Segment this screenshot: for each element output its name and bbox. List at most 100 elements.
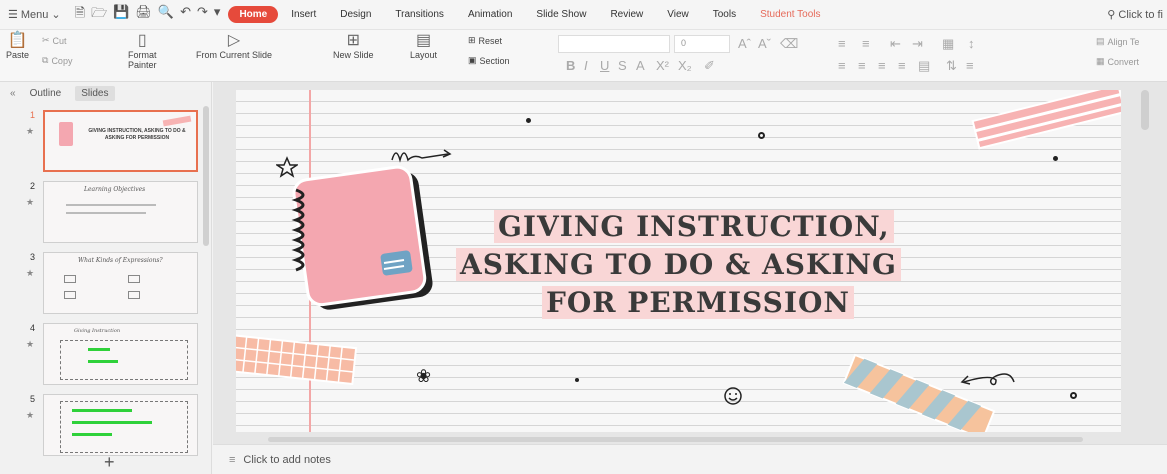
section-button[interactable]: ▣ Section <box>468 55 510 66</box>
washi-tape-bottom-right <box>842 353 996 432</box>
subscript-icon[interactable]: X₂ <box>678 58 692 73</box>
customize-icon[interactable]: ▾ <box>214 4 221 26</box>
font-color-icon[interactable]: A <box>636 58 645 73</box>
dot-doodle <box>575 378 579 382</box>
align-center-icon[interactable]: ≡ <box>858 58 866 73</box>
highlight-icon[interactable]: ✐ <box>704 58 715 74</box>
redo-icon[interactable]: ↷ <box>197 4 208 26</box>
bold-icon[interactable]: B <box>566 58 575 73</box>
open-file-icon[interactable]: 🗁 <box>91 4 107 26</box>
columns-icon[interactable]: ▦ <box>942 36 954 52</box>
slide-number: 3 <box>30 252 36 262</box>
tab-home[interactable]: Home <box>228 6 279 23</box>
slide-thumbnail-row[interactable]: 1 ★ GIVING INSTRUCTION, ASKING TO DO & A… <box>0 110 212 174</box>
align-right-icon[interactable]: ≡ <box>878 58 886 73</box>
scissors-icon: ✂ <box>42 35 50 45</box>
increase-font-icon[interactable]: Aˆ <box>738 36 751 51</box>
dot-doodle <box>526 118 531 123</box>
star-icon: ★ <box>26 339 35 349</box>
new-file-icon[interactable]: 🗎 <box>75 4 85 26</box>
print-preview-icon[interactable]: 🔍 <box>158 4 174 26</box>
layout-button[interactable]: ▤ Layout <box>410 32 437 60</box>
horizontal-scrollbar[interactable] <box>268 437 1083 442</box>
decrease-indent-icon[interactable]: ⇤ <box>890 36 901 52</box>
slide-thumbnail-row[interactable]: 5 ★ <box>0 394 212 458</box>
copy-button[interactable]: ⧉ Copy <box>42 55 72 66</box>
slide-thumbnail[interactable]: Learning Objectives <box>43 181 198 243</box>
align-text-button[interactable]: ▤ Align Te <box>1096 36 1139 47</box>
save-icon[interactable]: 💾 <box>113 4 129 26</box>
thumb-notebook <box>59 122 73 146</box>
bullet-list-icon[interactable]: ≡ <box>966 58 974 73</box>
convert-label: Convert <box>1107 56 1140 67</box>
cut-button[interactable]: ✂ Cut <box>42 35 67 46</box>
tab-design[interactable]: Design <box>329 6 382 23</box>
line-spacing-icon[interactable]: ↕ <box>968 36 975 51</box>
tab-tools[interactable]: Tools <box>702 6 747 23</box>
collapse-panel-icon[interactable]: « <box>10 88 16 99</box>
tab-transitions[interactable]: Transitions <box>384 6 455 23</box>
decrease-font-icon[interactable]: Aˇ <box>758 36 771 51</box>
italic-icon[interactable]: I <box>584 58 588 73</box>
strikethrough-icon[interactable]: S <box>618 58 627 73</box>
format-painter-button[interactable]: ▯ Format Painter <box>128 32 157 70</box>
justify-icon[interactable]: ≡ <box>898 58 906 73</box>
search-box[interactable]: ⚲ Click to fi <box>1107 8 1167 21</box>
numbering-icon[interactable]: ≡ <box>862 36 870 51</box>
slide-thumbnail[interactable] <box>43 394 198 456</box>
slide-number: 4 <box>30 323 36 333</box>
slide-thumbnail-row[interactable]: 3 ★ What Kinds of Expressions? <box>0 252 212 316</box>
menu-bar: ☰ Menu ⌄ 🗎 🗁 💾 🖨 🔍 ↶ ↷ ▾ Home Insert Des… <box>0 0 1167 30</box>
notes-placeholder[interactable]: Click to add notes <box>243 454 330 466</box>
reset-button[interactable]: ⊞ Reset <box>468 35 502 46</box>
clear-format-icon[interactable]: ⌫ <box>780 36 798 52</box>
slide-canvas[interactable]: GIVING INSTRUCTION, ASKING TO DO & ASKIN… <box>236 90 1121 432</box>
paste-button[interactable]: 📋 Paste <box>6 32 29 60</box>
tab-view[interactable]: View <box>656 6 700 23</box>
notes-icon: ≡ <box>229 453 236 466</box>
slide-thumbnail-row[interactable]: 4 ★ Giving Instruction <box>0 323 212 387</box>
notes-bar[interactable]: ≡ Click to add notes <box>213 444 1167 474</box>
align-left-icon[interactable]: ≡ <box>838 58 846 73</box>
tab-slides[interactable]: Slides <box>75 85 115 101</box>
font-name-box[interactable] <box>558 35 670 53</box>
layout-icon: ▤ <box>415 32 432 49</box>
vertical-scrollbar[interactable] <box>1141 90 1149 130</box>
washi-tape-top-right <box>971 90 1121 150</box>
slide-thumbnail[interactable]: GIVING INSTRUCTION, ASKING TO DO & ASKIN… <box>43 110 198 172</box>
from-current-slide-button[interactable]: ▷ From Current Slide <box>196 32 272 60</box>
text-direction-icon[interactable]: ⇅ <box>946 58 957 74</box>
add-slide-button[interactable]: + <box>104 452 115 473</box>
print-icon[interactable]: 🖨 <box>135 4 152 26</box>
distributed-icon[interactable]: ▤ <box>918 58 930 74</box>
tab-outline[interactable]: Outline <box>30 88 62 99</box>
bullets-icon[interactable]: ≡ <box>838 36 846 51</box>
tab-student-tools[interactable]: Student Tools <box>749 6 831 23</box>
new-slide-button[interactable]: ⊞ New Slide <box>333 32 374 60</box>
menu-button[interactable]: ☰ Menu ⌄ <box>0 8 67 22</box>
increase-indent-icon[interactable]: ⇥ <box>912 36 923 52</box>
panel-scrollbar[interactable] <box>203 106 209 246</box>
tab-slide-show[interactable]: Slide Show <box>525 6 597 23</box>
thumb-title: GIVING INSTRUCTION, ASKING TO DO & ASKIN… <box>88 128 186 141</box>
tab-animation[interactable]: Animation <box>457 6 523 23</box>
slide-thumbnail-row[interactable]: 2 ★ Learning Objectives <box>0 181 212 245</box>
circle-doodle <box>758 132 765 139</box>
notebook-illustration <box>291 165 433 310</box>
slide-editor: GIVING INSTRUCTION, ASKING TO DO & ASKIN… <box>213 82 1167 444</box>
convert-button[interactable]: ▦ Convert <box>1096 56 1139 67</box>
underline-icon[interactable]: U <box>600 58 609 73</box>
tab-review[interactable]: Review <box>599 6 654 23</box>
tab-insert[interactable]: Insert <box>280 6 327 23</box>
paste-icon: 📋 <box>7 32 28 49</box>
thumb-box <box>128 275 140 283</box>
superscript-icon[interactable]: X² <box>656 58 669 73</box>
undo-icon[interactable]: ↶ <box>180 4 191 26</box>
thumb-highlight <box>72 421 152 424</box>
slide-thumbnail[interactable]: Giving Instruction <box>43 323 198 385</box>
star-icon: ★ <box>26 410 35 420</box>
slide-thumbnail[interactable]: What Kinds of Expressions? <box>43 252 198 314</box>
font-size-box[interactable]: 0 <box>674 35 730 53</box>
flower-doodle-icon: ❀ <box>416 366 432 386</box>
thumb-text-line <box>66 204 156 206</box>
